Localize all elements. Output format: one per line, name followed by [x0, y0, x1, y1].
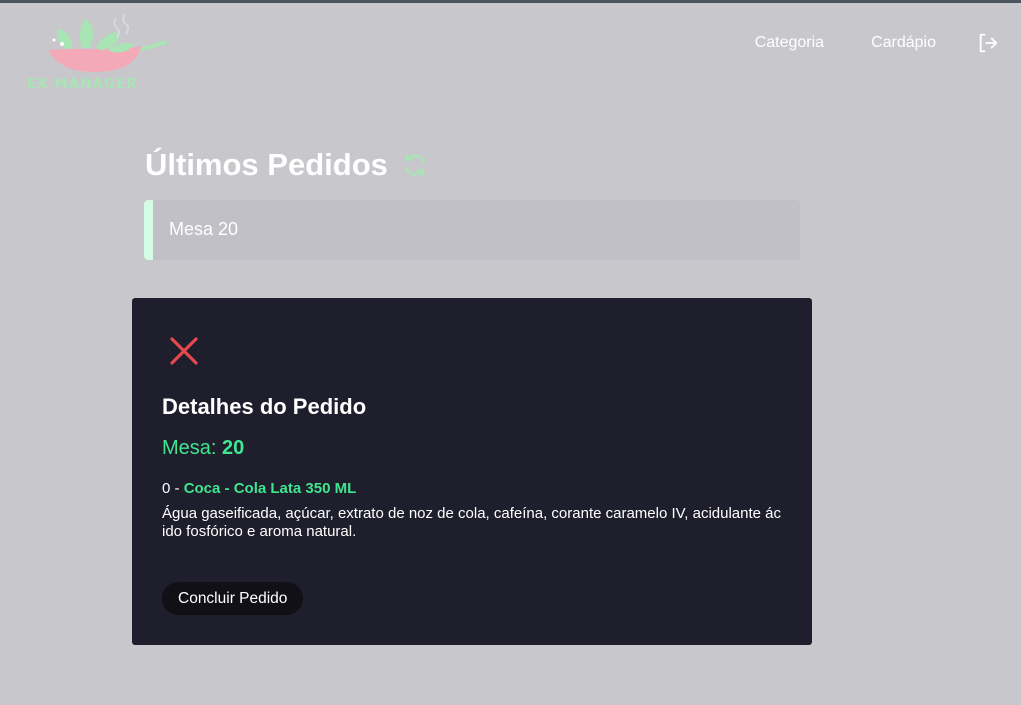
logo-icon [48, 13, 167, 72]
order-accent-bar [144, 200, 153, 260]
order-item-line: 0 - Coca - Cola Lata 350 ML [162, 480, 356, 497]
refresh-icon[interactable] [402, 152, 428, 178]
table-number: 20 [222, 437, 245, 459]
item-name: Coca - Cola Lata 350 ML [183, 480, 357, 497]
order-table-label: Mesa 20 [169, 219, 239, 239]
modal-title: Detalhes do Pedido [162, 394, 367, 419]
orders-header: Últimos Pedidos [145, 146, 428, 184]
close-icon[interactable] [168, 335, 200, 367]
nav-link-categoria[interactable]: Categoria [755, 33, 824, 53]
item-separator: - [170, 480, 184, 497]
top-nav: Categoria Cardápio [708, 32, 999, 54]
page-title: Últimos Pedidos [145, 147, 388, 182]
finish-order-button[interactable]: Concluir Pedido [162, 582, 304, 615]
table-info: Mesa: 20 [162, 437, 244, 460]
nav-link-cardapio[interactable]: Cardápio [871, 33, 936, 53]
order-details-modal: Detalhes do Pedido Mesa: 20 0 - Coca - C… [132, 298, 812, 645]
logo-text: EX MANAGER [27, 76, 138, 92]
item-description: Água gaseificada, açúcar, extrato de noz… [162, 505, 782, 540]
logo[interactable]: EX MANAGER [24, 10, 174, 98]
top-border [0, 0, 1021, 3]
table-label: Mesa: [162, 437, 217, 459]
logout-icon[interactable] [977, 32, 999, 54]
order-list-item[interactable]: Mesa 20 [144, 200, 800, 260]
